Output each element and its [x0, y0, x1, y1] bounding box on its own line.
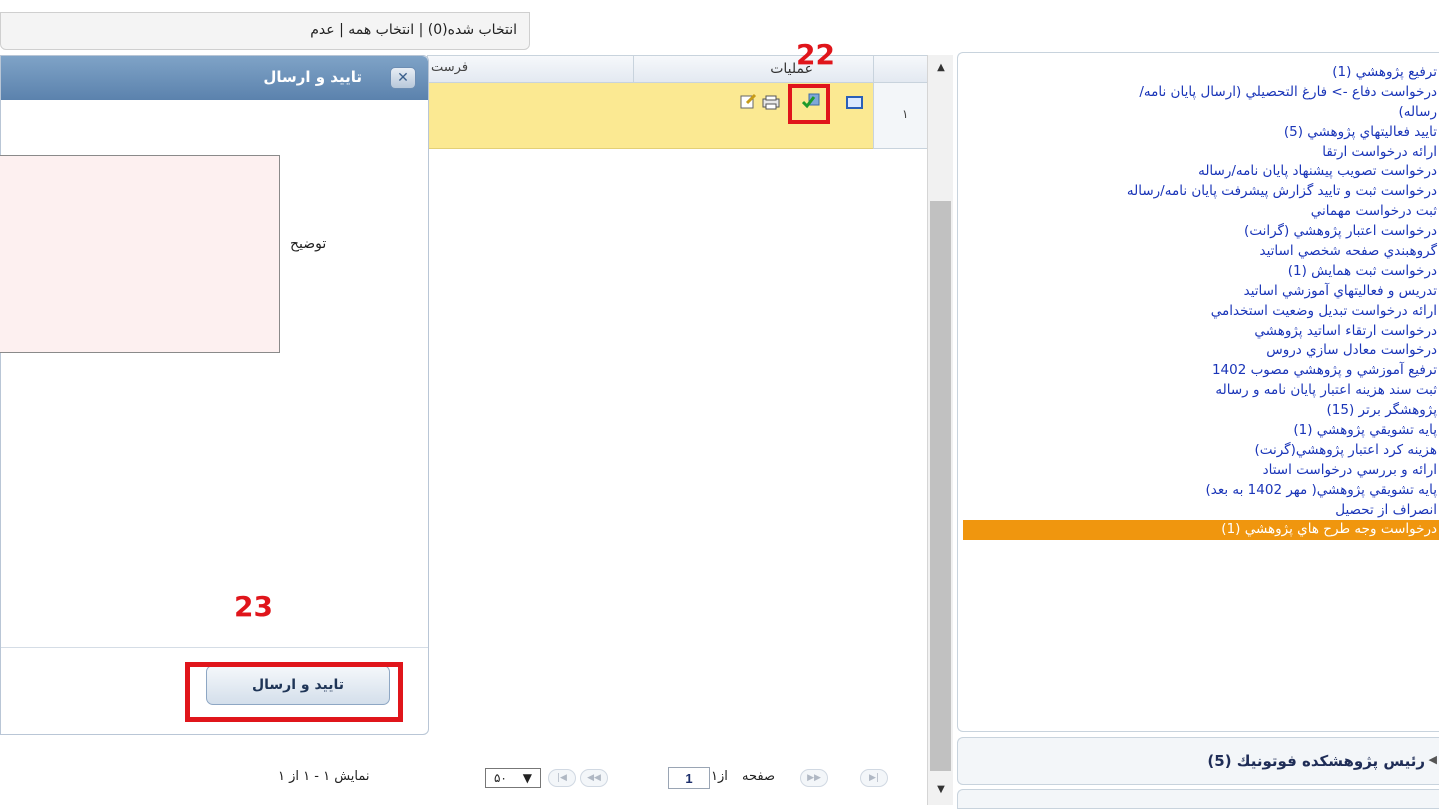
- row-number-cell: ١: [873, 83, 927, 149]
- menu-item[interactable]: درخواست تصويب پيشنهاد پايان نامه/رساله: [963, 162, 1439, 182]
- approve-send-dialog: تاييد و ارسال ✕ توضيح تاييد و ارسال: [0, 55, 429, 735]
- column-header-send-label: فرست: [431, 60, 469, 75]
- menu-group-header[interactable]: ◀ رئيس پژوهشكده فوتونيك (5): [957, 737, 1439, 785]
- grid-header: فرست عمليات: [427, 55, 927, 83]
- workflow-menu-panel: ترفيع پژوهشي (1) درخواست دفاع -> فارغ الت…: [957, 52, 1439, 732]
- last-page-icon[interactable]: ▶|: [860, 769, 888, 787]
- dialog-title: تاييد و ارسال: [263, 68, 362, 86]
- row-number: ١: [902, 107, 909, 121]
- menu-item[interactable]: تدريس و فعاليتهاي آموزشي اساتيد: [963, 282, 1439, 302]
- column-header-send[interactable]: فرست: [427, 56, 633, 83]
- first-page-icon[interactable]: |◀: [548, 769, 576, 787]
- page-number-input[interactable]: [668, 767, 710, 789]
- menu-group-label: رئيس پژوهشكده فوتونيك (5): [1207, 752, 1425, 770]
- menu-item[interactable]: درخواست دفاع -> فارغ التحصيلي (ارسال پاي…: [963, 83, 1439, 103]
- pager: نمايش ١ - ١ از ١ ۵۰ ▼ |◀ ◀◀ از١ صفحه ▶▶ …: [0, 766, 927, 794]
- scroll-up-icon[interactable]: ▲: [928, 55, 954, 81]
- menu-item[interactable]: پايه تشويقي پژوهشي (1): [963, 421, 1439, 441]
- menu-item[interactable]: درخواست اعتبار پژوهشي (گرانت): [963, 222, 1439, 242]
- annotation-highlight-23: [185, 662, 403, 722]
- description-field[interactable]: [0, 155, 280, 353]
- menu-item[interactable]: ارائه درخواست تبديل وضعيت استخدامي: [963, 302, 1439, 322]
- menu-item[interactable]: درخواست ارتقاء اساتيد پژوهشي: [963, 322, 1439, 342]
- menu-item[interactable]: پژوهشگر برتر (15): [963, 401, 1439, 421]
- column-header-rownum: [873, 56, 927, 83]
- print-icon[interactable]: [762, 94, 780, 110]
- menu-item[interactable]: ارائه و بررسي درخواست استاد: [963, 461, 1439, 481]
- annotation-label-22: 22: [796, 38, 835, 71]
- close-icon[interactable]: ✕: [390, 67, 416, 89]
- menu-item[interactable]: تاييد فعاليتهاي پژوهشي (5): [963, 123, 1439, 143]
- annotation-highlight-22: [788, 84, 830, 124]
- menu-item[interactable]: انصراف از تحصيل: [963, 501, 1439, 521]
- selection-toolbar-text[interactable]: انتخاب شده(0) | انتخاب همه | عدم: [310, 22, 517, 38]
- pager-info: نمايش ١ - ١ از ١: [278, 769, 370, 784]
- menu-item[interactable]: گروهبندي صفحه شخصي اساتيد: [963, 242, 1439, 262]
- chevron-down-icon: ▼: [522, 771, 533, 785]
- menu-item[interactable]: ارائه درخواست ارتقا: [963, 143, 1439, 163]
- menu-item[interactable]: ترفيع پژوهشي (1): [963, 63, 1439, 83]
- view-window-icon[interactable]: [846, 96, 863, 109]
- dialog-header: تاييد و ارسال ✕: [1, 56, 428, 100]
- menu-group-header-next[interactable]: [957, 789, 1439, 809]
- page-of-label: از١: [711, 769, 728, 784]
- annotation-label-23: 23: [234, 590, 273, 623]
- page-size-select[interactable]: ۵۰ ▼: [485, 768, 541, 788]
- menu-item[interactable]: درخواست ثبت و تاييد گزارش پيشرفت پايان ن…: [963, 182, 1439, 202]
- page-label: صفحه: [742, 769, 775, 784]
- scroll-thumb[interactable]: [930, 201, 951, 771]
- scroll-down-icon[interactable]: ▼: [928, 777, 954, 803]
- edit-note-icon[interactable]: [739, 93, 757, 109]
- menu-item[interactable]: ثبت سند هزينه اعتبار پايان نامه و رساله: [963, 381, 1439, 401]
- menu-item[interactable]: درخواست ثبت همايش (1): [963, 262, 1439, 282]
- prev-page-icon[interactable]: ◀◀: [580, 769, 608, 787]
- menu-item[interactable]: هزينه كرد اعتبار پژوهشي(گرنت): [963, 441, 1439, 461]
- dialog-footer-divider: [1, 647, 428, 648]
- menu-item[interactable]: رساله): [963, 103, 1439, 123]
- description-label: توضيح: [290, 236, 327, 252]
- next-page-icon[interactable]: ▶▶: [800, 769, 828, 787]
- selection-toolbar: انتخاب شده(0) | انتخاب همه | عدم: [0, 12, 530, 50]
- menu-item[interactable]: ثبت درخواست مهماني: [963, 202, 1439, 222]
- grid-scrollbar[interactable]: ▲ ▼: [927, 55, 953, 805]
- menu-item[interactable]: ترفيع آموزشي و پژوهشي مصوب 1402: [963, 361, 1439, 381]
- workflow-menu-list: ترفيع پژوهشي (1) درخواست دفاع -> فارغ الت…: [963, 63, 1439, 541]
- menu-item[interactable]: درخواست وجه طرح هاي پژوهشي (1): [963, 520, 1439, 541]
- menu-item[interactable]: پايه تشويقي پژوهشي( مهر 1402 به بعد): [963, 481, 1439, 501]
- expand-arrow-icon: ◀: [1428, 753, 1437, 766]
- menu-item[interactable]: درخواست معادل سازي دروس: [963, 341, 1439, 361]
- column-header-operations[interactable]: عمليات: [633, 56, 873, 83]
- page-size-value: ۵۰: [493, 771, 507, 785]
